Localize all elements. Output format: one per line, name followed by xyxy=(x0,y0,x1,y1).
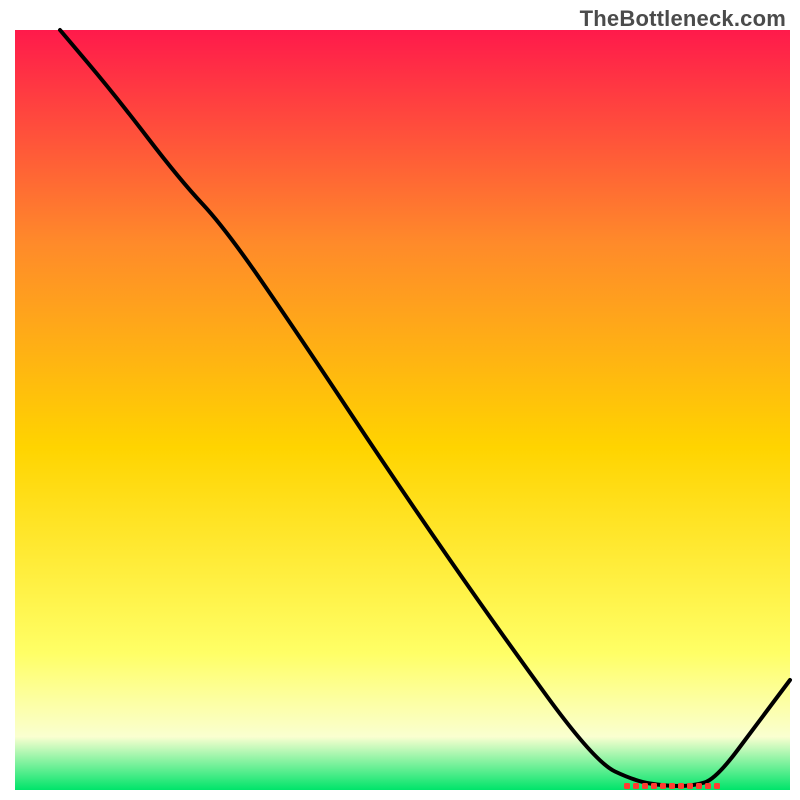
dash-segment xyxy=(669,783,675,789)
dash-segment xyxy=(678,783,684,789)
gradient-plot-area xyxy=(15,30,790,790)
dash-segment xyxy=(642,783,648,789)
dash-segment xyxy=(651,783,657,789)
dash-segment xyxy=(633,783,639,789)
dash-segment xyxy=(624,783,630,789)
dash-segment xyxy=(705,783,711,789)
dash-segment xyxy=(660,783,666,789)
dash-segment xyxy=(714,783,720,789)
dash-segment xyxy=(687,783,693,789)
chart-svg xyxy=(0,0,800,800)
bottom-dash-band xyxy=(624,783,720,789)
dash-segment xyxy=(696,783,702,789)
chart-stage: TheBottleneck.com xyxy=(0,0,800,800)
